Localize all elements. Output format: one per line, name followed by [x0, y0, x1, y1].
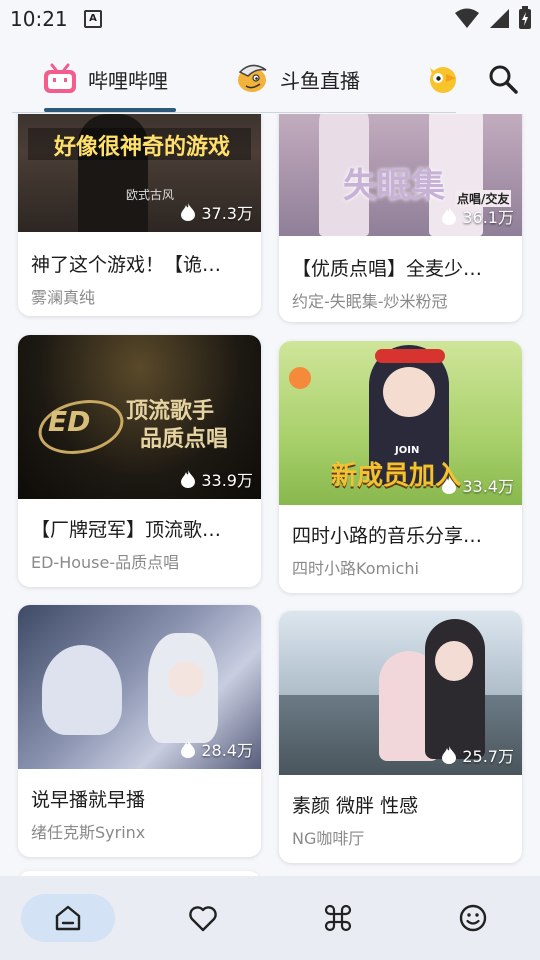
tab-douyu[interactable]: 斗鱼直播	[234, 48, 360, 110]
thumbnail-overlay-text: 失眠集	[343, 166, 445, 206]
streamer-name: 雾澜真纯	[31, 288, 96, 307]
viewer-count-text: 25.7万	[462, 747, 514, 766]
tab-bilibili-label: 哔哩哔哩	[88, 68, 168, 93]
stream-grid: 好像很神奇的游戏 欧式古风 37.3万 神了这个游戏！【诡… 雾澜真纯 失眠集 …	[0, 114, 540, 876]
thumbnail-overlay-text: 好像很神奇的游戏	[54, 135, 231, 160]
platform-tabs: 哔哩哔哩 斗鱼直播	[0, 48, 540, 112]
flame-icon	[442, 207, 457, 225]
status-time: 10:21	[10, 7, 68, 31]
thumbnail-overlay-subtext: 欧式古风	[126, 188, 175, 202]
viewer-count: 36.1万	[442, 204, 514, 228]
nav-favorites[interactable]	[156, 894, 250, 942]
stream-title: 素颜 微胖 性感	[292, 795, 419, 817]
stream-card[interactable]: 好像很神奇的游戏 欧式古风 37.3万 神了这个游戏！【诡… 雾澜真纯	[18, 114, 261, 316]
battery-charging-icon	[519, 6, 531, 29]
stream-card[interactable]: ED 顶流歌手 品质点唱 33.9万 【厂牌冠军】顶流歌… ED-House-品…	[18, 335, 261, 587]
viewer-count-text: 33.4万	[462, 477, 514, 496]
viewer-count: 33.4万	[442, 473, 514, 497]
tab-douyu-label: 斗鱼直播	[280, 68, 360, 93]
wifi-icon	[455, 8, 479, 28]
stream-thumbnail: 25.7万	[279, 611, 522, 775]
streamer-name: ED-House-品质点唱	[31, 553, 180, 572]
home-icon	[55, 905, 81, 931]
status-icons	[454, 6, 532, 30]
flame-icon	[442, 476, 457, 494]
viewer-count-text: 37.3万	[201, 204, 253, 223]
bottom-navigation	[0, 876, 540, 960]
flame-icon	[442, 746, 457, 764]
status-bar: 10:21 A	[0, 0, 540, 38]
tab-huya[interactable]	[426, 48, 456, 110]
stream-title: 神了这个游戏！【诡…	[31, 254, 222, 276]
streamer-name: 绪任克斯Syrinx	[31, 823, 146, 842]
stream-thumbnail: 失眠集 点唱/交友 36.1万	[279, 114, 522, 236]
stream-title: 【厂牌冠军】顶流歌…	[31, 519, 222, 541]
nav-profile[interactable]	[426, 894, 520, 942]
huya-icon	[430, 67, 456, 93]
signal-icon	[490, 9, 509, 28]
streamer-name: 约定-失眠集-炒米粉冠	[292, 292, 448, 311]
stream-title: 【优质点唱】全麦少…	[292, 258, 483, 280]
viewer-count: 28.4万	[181, 737, 253, 761]
stream-card[interactable]: JOIN 新成员加入 33.4万 四时小路的音乐分享… 四时小路Komichi	[279, 341, 522, 593]
viewer-count: 33.9万	[181, 467, 253, 491]
thumbnail-overlay-subtext: 品质点唱	[140, 427, 229, 452]
stream-thumbnail: ED 顶流歌手 品质点唱 33.9万	[18, 335, 261, 499]
notification-icon: A	[84, 10, 102, 28]
stream-card[interactable]: 失眠集 点唱/交友 36.1万 【优质点唱】全麦少… 约定-失眠集-炒米粉冠	[279, 114, 522, 322]
viewer-count: 25.7万	[442, 743, 514, 767]
flame-icon	[181, 203, 196, 221]
viewer-count-text: 28.4万	[201, 741, 253, 760]
viewer-count: 37.3万	[181, 200, 253, 224]
stream-thumbnail: JOIN 新成员加入 33.4万	[279, 341, 522, 505]
viewer-count-text: 36.1万	[462, 208, 514, 227]
douyu-icon	[238, 64, 267, 92]
heart-icon	[189, 906, 217, 932]
bilibili-icon	[44, 63, 76, 93]
flame-icon	[181, 470, 196, 488]
search-button[interactable]	[486, 62, 520, 96]
stream-card[interactable]: 28.4万 说早播就早播 绪任克斯Syrinx	[18, 605, 261, 857]
viewer-count-text: 33.9万	[201, 471, 253, 490]
streamer-name: NG咖啡厅	[292, 829, 365, 848]
command-icon	[324, 904, 352, 932]
stream-title: 说早播就早播	[31, 789, 146, 811]
stream-card[interactable]: 25.7万 素颜 微胖 性感 NG咖啡厅	[279, 611, 522, 863]
search-icon	[489, 65, 518, 94]
tab-bilibili[interactable]: 哔哩哔哩	[42, 48, 168, 110]
thumbnail-logo-text: ED	[48, 405, 91, 438]
stream-thumbnail: 28.4万	[18, 605, 261, 769]
smiley-icon	[459, 904, 487, 932]
nav-home[interactable]	[21, 894, 115, 942]
stream-thumbnail: 好像很神奇的游戏 欧式古风 37.3万	[18, 114, 261, 232]
nav-categories[interactable]	[291, 894, 385, 942]
flame-icon	[181, 740, 196, 758]
streamer-name: 四时小路Komichi	[292, 559, 419, 578]
stream-title: 四时小路的音乐分享…	[292, 525, 483, 547]
tabs-divider	[12, 112, 456, 113]
